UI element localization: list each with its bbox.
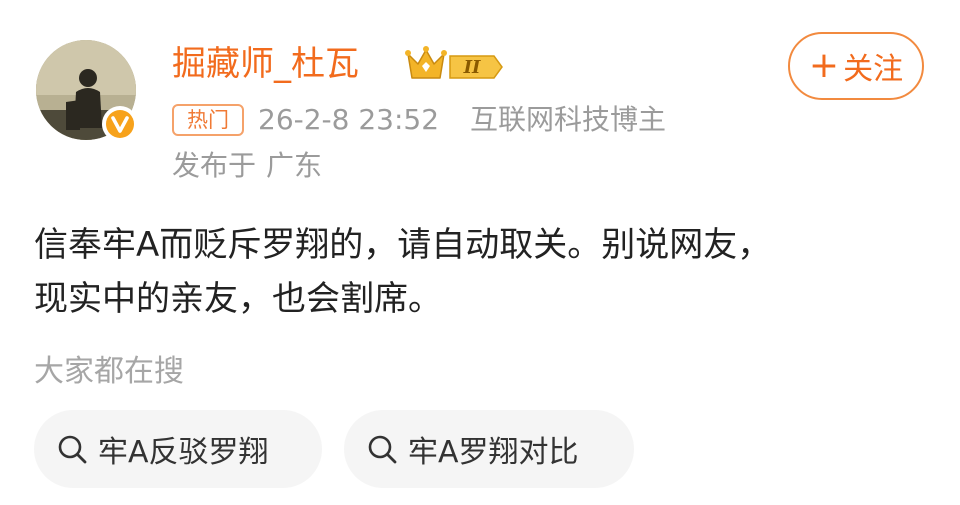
verified-v-icon xyxy=(106,110,134,138)
post-text-line: 信奉牢A而贬斥罗翔的，请自动取关。别说网友， xyxy=(34,225,772,265)
hot-badge: 热门 xyxy=(172,104,244,136)
author-name[interactable]: 掘藏师_杜瓦 xyxy=(172,40,359,88)
author-category: 互联网科技博主 xyxy=(470,103,667,136)
weibo-post-card: 掘藏师_杜瓦 II + 关注 热门 26-2-8 23:52 互联网科技博主 发… xyxy=(0,0,960,505)
level-text: II xyxy=(463,57,481,78)
crown-level-icon: II xyxy=(405,46,503,79)
post-location: 发布于 广东 xyxy=(172,146,322,186)
verified-badge xyxy=(102,106,138,142)
plus-icon: + xyxy=(808,45,840,86)
location-prefix: 发布于 xyxy=(172,149,257,182)
search-icon xyxy=(368,435,397,464)
location-value: 广东 xyxy=(266,149,323,182)
search-icon xyxy=(58,435,87,464)
search-suggestion-chip[interactable]: 牢A罗翔对比 xyxy=(344,410,634,488)
trending-search-heading: 大家都在搜 xyxy=(34,354,184,389)
post-text: 信奉牢A而贬斥罗翔的，请自动取关。别说网友， 现实中的亲友，也会割席。 xyxy=(34,218,934,326)
search-suggestion-label: 牢A反驳罗翔 xyxy=(98,435,269,470)
post-timestamp: 26-2-8 23:52 xyxy=(258,103,440,136)
follow-button[interactable]: + 关注 xyxy=(788,32,924,100)
search-suggestion-chip[interactable]: 牢A反驳罗翔 xyxy=(34,410,322,488)
post-text-line: 现实中的亲友，也会割席。 xyxy=(34,279,442,319)
search-suggestion-label: 牢A罗翔对比 xyxy=(408,435,579,470)
follow-button-label: 关注 xyxy=(843,52,904,87)
